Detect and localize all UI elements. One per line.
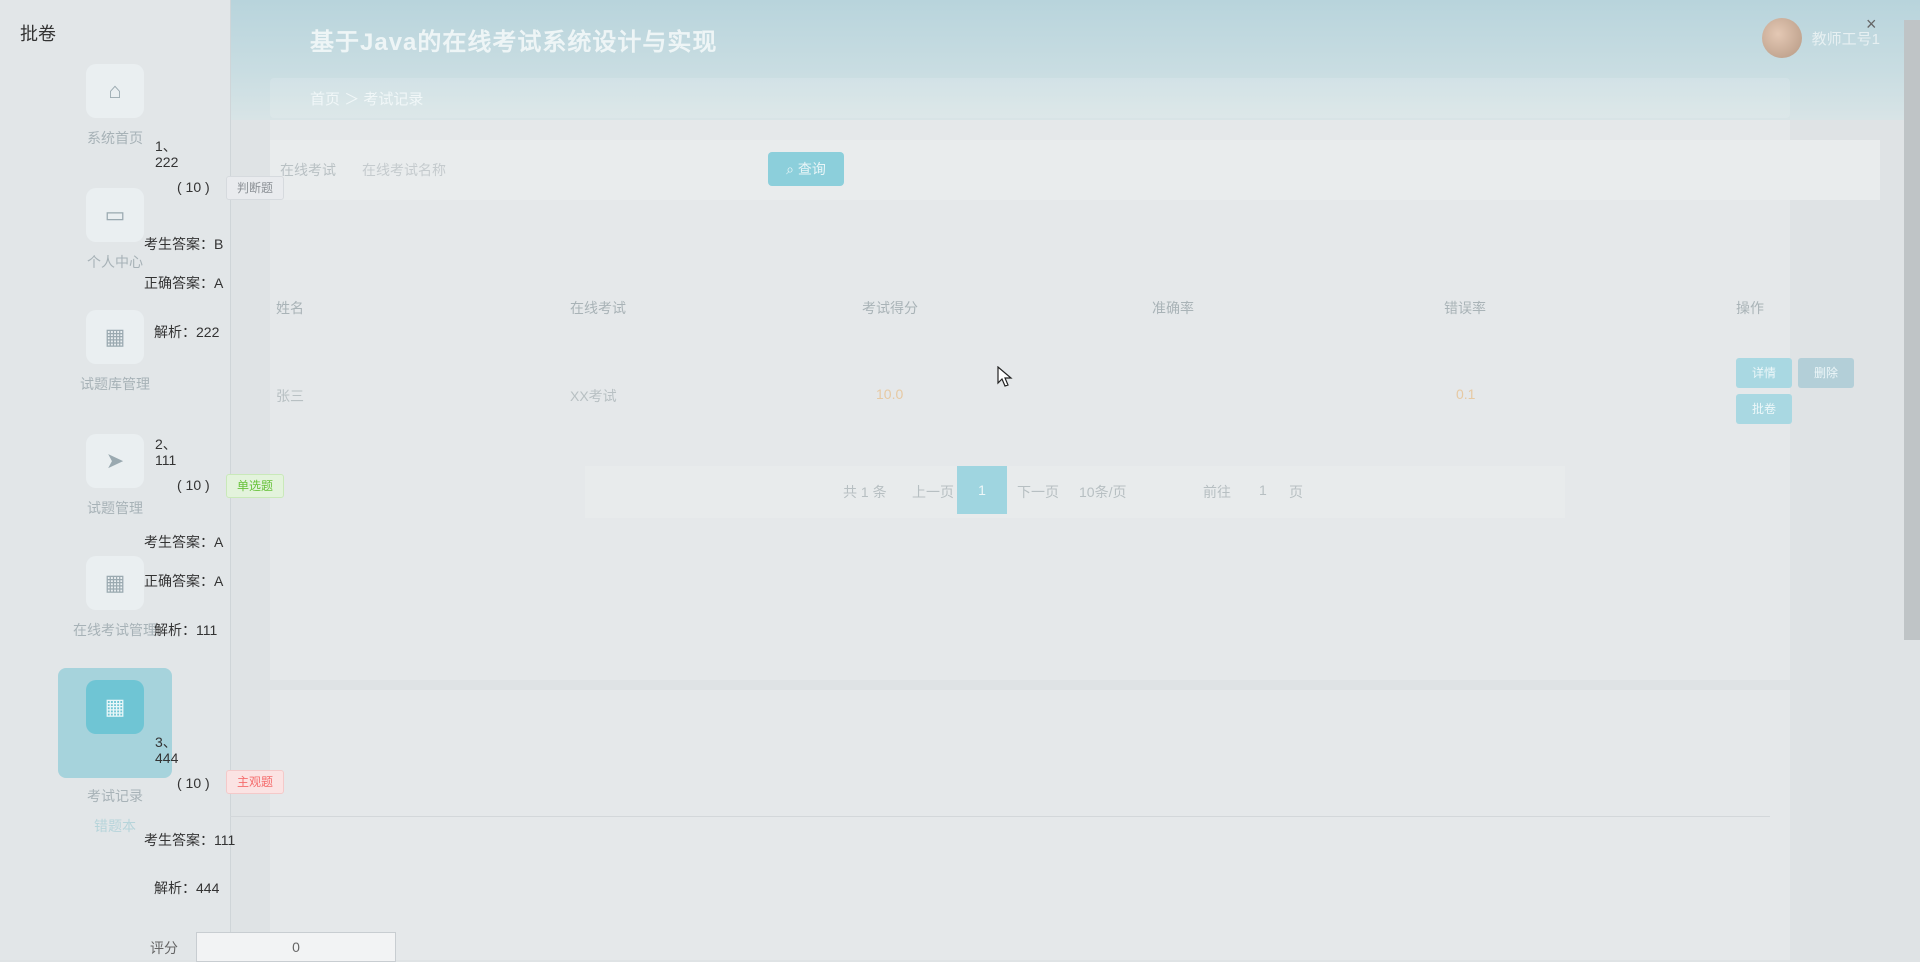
- question-score: ( 10 ): [177, 477, 210, 493]
- grid-icon: ▦: [86, 310, 144, 364]
- pager-unit: 页: [1289, 484, 1303, 500]
- table-row: 张三 XX考试 10.0 0.1 详情 删除 批卷: [270, 350, 1880, 430]
- col-header[interactable]: 准确率: [1152, 298, 1194, 318]
- pager-goto: 前往: [1203, 484, 1231, 500]
- user-menu[interactable]: 教师工号1: [1761, 18, 1880, 58]
- student-answer: 考生答案：111: [144, 832, 236, 848]
- search-input[interactable]: 在线考试名称: [362, 160, 446, 180]
- question-text: 444: [155, 750, 179, 766]
- pagination: 共 1 条 上一页 1 下一页 10条/页 前往 1 页: [585, 466, 1565, 518]
- mouse-cursor-icon: [997, 366, 1013, 387]
- app-title: 基于Java的在线考试系统设计与实现: [310, 29, 718, 56]
- question-type-tag: 单选题: [226, 474, 285, 498]
- pager-total: 共 1 条: [843, 484, 887, 500]
- breadcrumb-home[interactable]: 首页: [310, 91, 340, 108]
- pager-current[interactable]: 1: [957, 466, 1007, 514]
- question-number: 3、: [155, 734, 177, 750]
- student-answer: 考生答案：A: [144, 534, 224, 550]
- grade-button[interactable]: 批卷: [1736, 394, 1792, 424]
- question-type-tag: 判断题: [226, 176, 285, 200]
- pager-page-input[interactable]: 1: [1259, 482, 1267, 498]
- correct-answer: 正确答案：A: [144, 573, 224, 589]
- question-score: ( 10 ): [177, 179, 210, 195]
- score-label: 评分: [150, 940, 178, 956]
- grid-icon: ▦: [86, 556, 144, 610]
- pager-size[interactable]: 10条/页: [1079, 482, 1126, 502]
- score-stepper[interactable]: 0: [196, 932, 396, 962]
- breadcrumb: 首页 ＞ 考试记录: [270, 78, 1790, 118]
- cell-score: 10.0: [876, 386, 904, 402]
- question-text: 222: [155, 154, 179, 170]
- student-answer: 考生答案：B: [144, 236, 224, 252]
- cell-error-rate: 0.1: [1456, 386, 1476, 402]
- analysis: 解析：111: [154, 622, 218, 638]
- question-score: ( 10 ): [177, 775, 210, 791]
- breadcrumb-current: 考试记录: [363, 91, 424, 108]
- search-bar: 在线考试 在线考试名称 ⌕ 查询: [270, 140, 1880, 200]
- cell-exam: XX考试: [570, 388, 617, 404]
- correct-answer: 正确答案：A: [144, 275, 224, 291]
- detail-button[interactable]: 详情: [1736, 358, 1792, 388]
- sidebar-item-profile[interactable]: ▭ 个人中心: [30, 188, 200, 272]
- dialog-title: 批卷: [20, 24, 56, 44]
- cell-name: 张三: [276, 388, 304, 404]
- question-type-tag: 主观题: [226, 770, 285, 794]
- col-header[interactable]: 在线考试: [570, 298, 626, 318]
- pager-prev[interactable]: 上一页: [912, 482, 954, 502]
- table-header: 姓名 在线考试 考试得分 准确率 错误率 操作: [270, 290, 1880, 326]
- analysis: 解析：222: [154, 324, 220, 340]
- analysis: 解析：444: [154, 880, 220, 896]
- score-value[interactable]: 0: [241, 939, 351, 955]
- sidebar-item-exam-records-label[interactable]: 考试记录: [30, 786, 200, 806]
- avatar: [1761, 18, 1802, 58]
- col-header[interactable]: 考试得分: [862, 298, 918, 318]
- question-number: 1、: [155, 138, 177, 154]
- lower-panel: [270, 690, 1790, 960]
- page-scrollbar[interactable]: [1904, 20, 1920, 640]
- grid-icon: ▦: [86, 680, 144, 734]
- search-label: 在线考试: [280, 162, 336, 178]
- search-icon: ⌕: [786, 161, 798, 177]
- breadcrumb-separator: ＞: [344, 91, 364, 108]
- divider: [230, 816, 1770, 817]
- col-header: 操作: [1736, 300, 1764, 316]
- pager-next[interactable]: 下一页: [1017, 482, 1059, 502]
- question-text: 111: [155, 452, 177, 468]
- col-header[interactable]: 姓名: [276, 298, 304, 318]
- col-header[interactable]: 错误率: [1444, 298, 1486, 318]
- send-icon: ➤: [86, 434, 144, 488]
- card-icon: ▭: [86, 188, 144, 242]
- close-icon[interactable]: ×: [1866, 14, 1877, 35]
- home-icon: ⌂: [86, 64, 144, 118]
- search-button[interactable]: ⌕ 查询: [768, 152, 844, 186]
- question-number: 2、: [155, 436, 177, 452]
- delete-button[interactable]: 删除: [1798, 358, 1854, 388]
